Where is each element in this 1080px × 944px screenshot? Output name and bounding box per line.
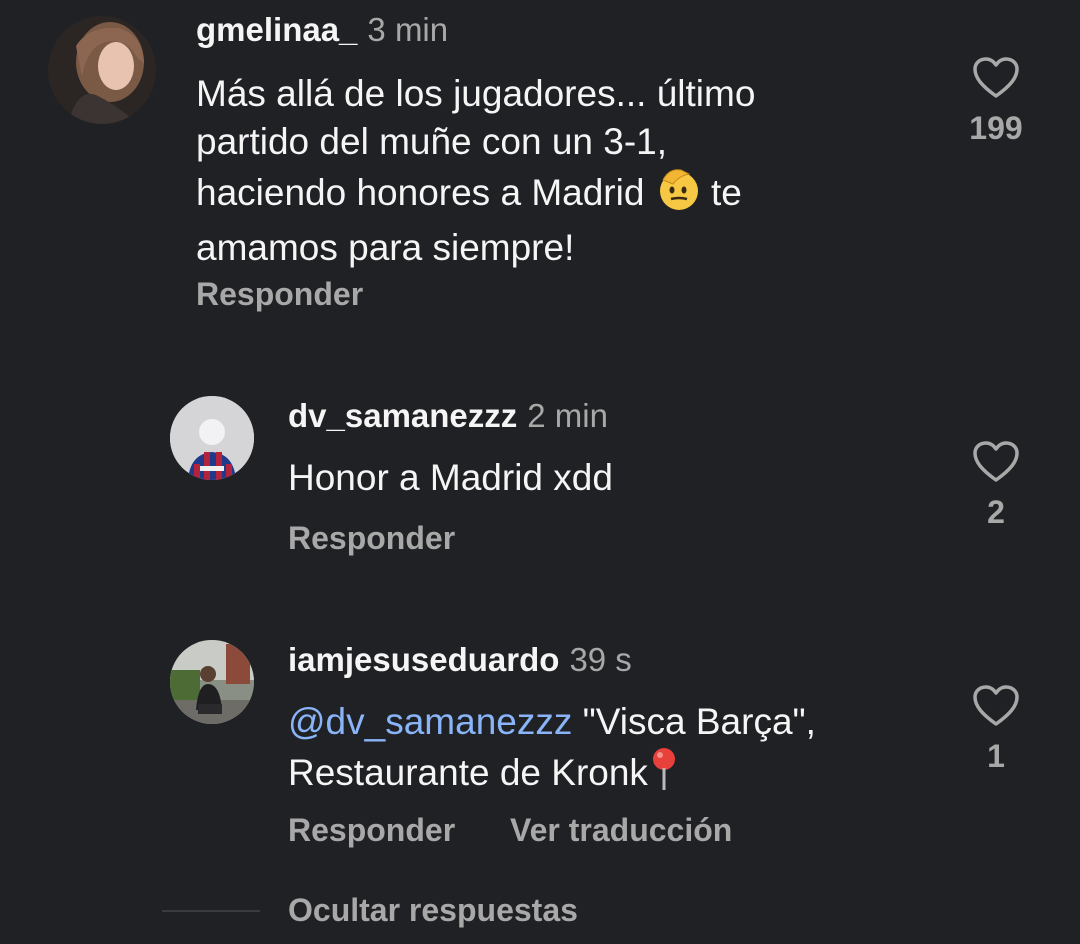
saluting-face-emoji-icon: [655, 166, 701, 224]
username[interactable]: iamjesuseduardo: [288, 641, 559, 678]
default-avatar-icon: [170, 396, 254, 480]
comment-text-part: Restaurante de Kronk: [288, 751, 648, 793]
like-control: 199: [966, 56, 1026, 147]
comment-text-line: Más allá de los jugadores... último: [196, 73, 756, 114]
avatar-photo-icon: [48, 16, 156, 124]
like-count: 199: [969, 110, 1023, 146]
avatar[interactable]: [48, 16, 156, 124]
like-count: 1: [987, 738, 1005, 774]
reply-button[interactable]: Responder: [288, 812, 455, 848]
round-pushpin-emoji-icon: [648, 746, 680, 804]
reply-button[interactable]: Responder: [196, 276, 363, 312]
mention-link[interactable]: @dv_samanezzz: [288, 701, 572, 742]
comment-text-part: haciendo honores a Madrid: [196, 171, 645, 213]
comment-header: dv_samanezzz 2 min: [288, 396, 608, 436]
hide-replies-button[interactable]: Ocultar respuestas: [288, 892, 578, 929]
comment-actions: Responder: [196, 276, 363, 313]
avatar[interactable]: [170, 640, 254, 724]
comment-header: iamjesuseduardo 39 s: [288, 640, 632, 680]
like-control: 1: [966, 684, 1026, 775]
comment-text-line: haciendo honores a Madrid te: [196, 166, 916, 224]
comment-header: gmelinaa_ 3 min: [196, 10, 448, 50]
comment-actions: Responder: [288, 520, 455, 557]
comment-text-line: @dv_samanezzz "Visca Barça",: [288, 698, 948, 746]
comment-text-line: Restaurante de Kronk: [288, 746, 948, 804]
username[interactable]: gmelinaa_: [196, 11, 357, 48]
username[interactable]: dv_samanezzz: [288, 397, 517, 434]
timestamp: 3 min: [367, 11, 449, 48]
comment-text-part: "Visca Barça",: [582, 701, 816, 742]
comment-text: Honor a Madrid xdd: [288, 457, 613, 498]
heart-icon[interactable]: [972, 440, 1020, 484]
timestamp: 2 min: [527, 397, 608, 434]
avatar[interactable]: [170, 396, 254, 480]
comment-text-part: te: [710, 171, 742, 213]
like-control: 2: [966, 440, 1026, 531]
comment-text-line: amamos para siempre!: [196, 227, 575, 268]
reply-button[interactable]: Responder: [288, 520, 455, 556]
timestamp: 39 s: [569, 641, 632, 678]
heart-icon[interactable]: [972, 684, 1020, 728]
comment-actions: Responder Ver traducción: [288, 812, 732, 849]
heart-icon[interactable]: [972, 56, 1020, 100]
replies-divider: [162, 910, 260, 912]
see-translation-button[interactable]: Ver traducción: [510, 812, 732, 848]
avatar-photo-icon: [170, 640, 254, 724]
comment-text: @dv_samanezzz "Visca Barça", Restaurante…: [288, 698, 948, 804]
comment-text-line: partido del muñe con un 3-1,: [196, 121, 668, 162]
like-count: 2: [987, 494, 1005, 530]
comment-text: Más allá de los jugadores... último part…: [196, 70, 916, 272]
